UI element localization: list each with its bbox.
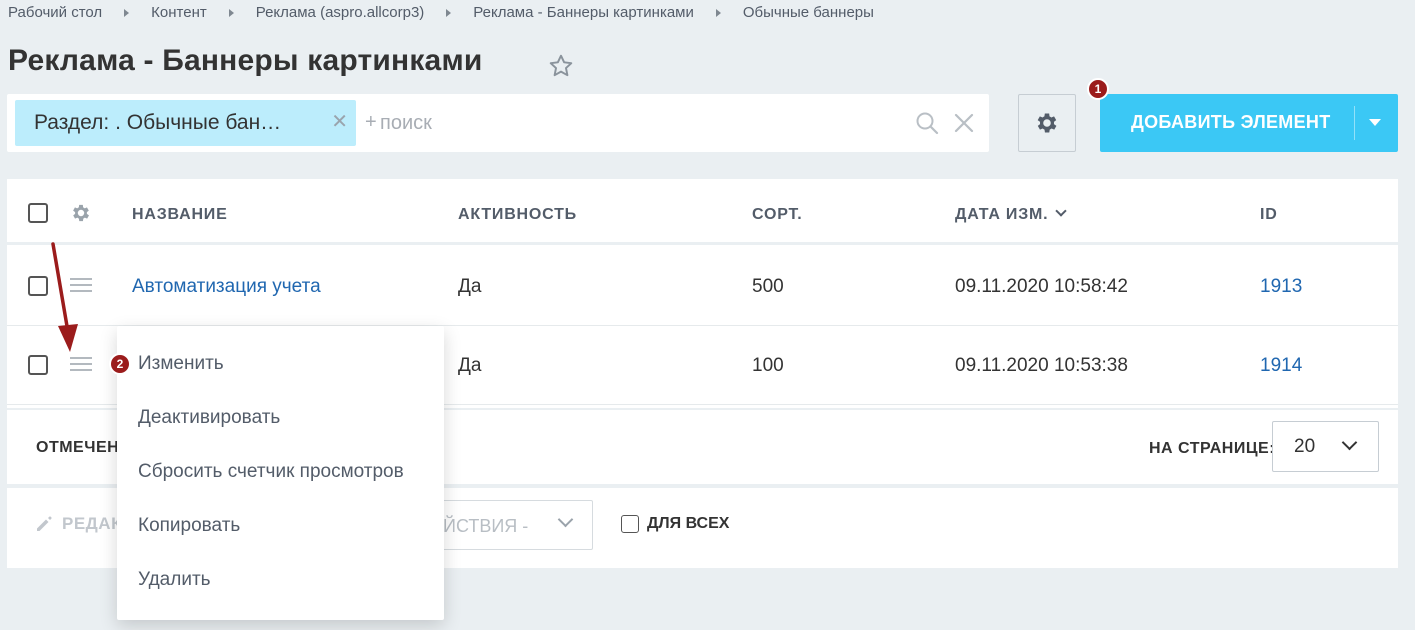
page-title: Реклама - Баннеры картинками — [8, 44, 483, 77]
breadcrumb-item-desktop[interactable]: Рабочий стол — [8, 4, 102, 21]
breadcrumb-separator-icon — [446, 8, 452, 17]
column-header-date[interactable]: ДАТА ИЗМ. — [955, 205, 1068, 224]
breadcrumb-item-ads[interactable]: Реклама (aspro.allcorp3) — [256, 4, 425, 21]
actions-select-value: ЕЙСТВИЯ - — [431, 516, 529, 536]
column-header-id[interactable]: ID — [1260, 206, 1278, 224]
for-all-toggle[interactable]: ДЛЯ ВСЕХ — [621, 515, 729, 533]
row-sort: 100 — [752, 355, 784, 376]
row-id-link[interactable]: 1913 — [1260, 276, 1302, 298]
menu-item-deactivate[interactable]: Деактивировать — [138, 407, 280, 429]
for-all-label: ДЛЯ ВСЕХ — [647, 515, 730, 532]
column-header-name[interactable]: НАЗВАНИЕ — [132, 206, 228, 224]
add-element-button[interactable]: ДОБАВИТЬ ЭЛЕМЕНТ — [1100, 94, 1398, 152]
row-sort: 500 — [752, 276, 784, 297]
search-input[interactable] — [378, 108, 898, 138]
gear-icon[interactable] — [70, 202, 92, 224]
per-page-label: НА СТРАНИЦЕ: — [1149, 440, 1276, 457]
row-checkbox[interactable] — [28, 355, 48, 375]
row-context-menu: 2 Изменить Деактивировать Сбросить счетч… — [109, 326, 444, 620]
chevron-down-icon — [1341, 434, 1358, 451]
menu-item-copy[interactable]: Копировать — [138, 515, 240, 537]
menu-item-edit[interactable]: Изменить — [138, 353, 224, 375]
row-active: Да — [458, 276, 482, 297]
row-date: 09.11.2020 10:58:42 — [955, 276, 1128, 297]
settings-button[interactable] — [1018, 94, 1076, 152]
chevron-down-icon — [1055, 205, 1068, 217]
annotation-arrow-icon — [51, 242, 78, 352]
edit-button[interactable]: РЕДАК — [34, 514, 122, 534]
chevron-down-icon — [557, 511, 574, 528]
add-element-label: ДОБАВИТЬ ЭЛЕМЕНТ — [1131, 112, 1331, 132]
breadcrumb-separator-icon — [715, 8, 721, 17]
plus-icon: + — [365, 111, 377, 133]
close-icon[interactable]: ✕ — [331, 112, 348, 132]
breadcrumb-item-content[interactable]: Контент — [151, 4, 207, 21]
column-header-sort[interactable]: СОРТ. — [752, 206, 802, 224]
filter-chip-section[interactable]: Раздел: . Обычные бан… ✕ — [15, 100, 356, 146]
annotation-badge-1: 1 — [1087, 78, 1109, 100]
row-id-link[interactable]: 1914 — [1260, 355, 1302, 377]
breadcrumb-item-regular-banners[interactable]: Обычные баннеры — [743, 4, 874, 21]
per-page-value: 20 — [1294, 436, 1316, 457]
menu-item-reset-views[interactable]: Сбросить счетчик просмотров — [138, 461, 404, 483]
column-header-active[interactable]: АКТИВНОСТЬ — [458, 206, 577, 224]
dropdown-arrow-icon[interactable] — [1369, 119, 1381, 126]
filter-bar: Раздел: . Обычные бан… ✕ + — [7, 94, 989, 152]
breadcrumb: Рабочий стол Контент Реклама (aspro.allc… — [8, 4, 874, 21]
table-header: НАЗВАНИЕ АКТИВНОСТЬ СОРТ. ДАТА ИЗМ. ID — [7, 179, 1398, 245]
breadcrumb-item-image-banners[interactable]: Реклама - Баннеры картинками — [473, 4, 694, 21]
divider — [1354, 106, 1355, 140]
table-row[interactable]: Автоматизация учета Да 500 09.11.2020 10… — [7, 248, 1398, 326]
edit-label: РЕДАК — [62, 514, 122, 533]
pencil-icon — [37, 516, 52, 531]
selected-count-label: ОТМЕЧЕН — [36, 439, 120, 456]
row-name-link[interactable]: Автоматизация учета — [132, 276, 321, 298]
menu-item-delete[interactable]: Удалить — [138, 569, 211, 591]
row-checkbox[interactable] — [28, 276, 48, 296]
per-page-select[interactable]: 20 — [1272, 421, 1379, 472]
search-icon[interactable] — [914, 110, 940, 136]
annotation-badge-2: 2 — [109, 353, 131, 375]
breadcrumb-separator-icon — [228, 8, 234, 17]
filter-chip-label: Раздел: . Обычные бан… — [34, 111, 282, 134]
column-header-date-label: ДАТА ИЗМ. — [955, 206, 1049, 223]
for-all-checkbox[interactable] — [621, 515, 639, 533]
row-active: Да — [458, 355, 482, 376]
clear-icon[interactable] — [952, 111, 976, 135]
star-icon[interactable] — [548, 53, 574, 79]
select-all-checkbox[interactable] — [28, 203, 48, 223]
row-date: 09.11.2020 10:53:38 — [955, 355, 1128, 376]
gear-icon — [1037, 113, 1057, 133]
breadcrumb-separator-icon — [124, 8, 130, 17]
